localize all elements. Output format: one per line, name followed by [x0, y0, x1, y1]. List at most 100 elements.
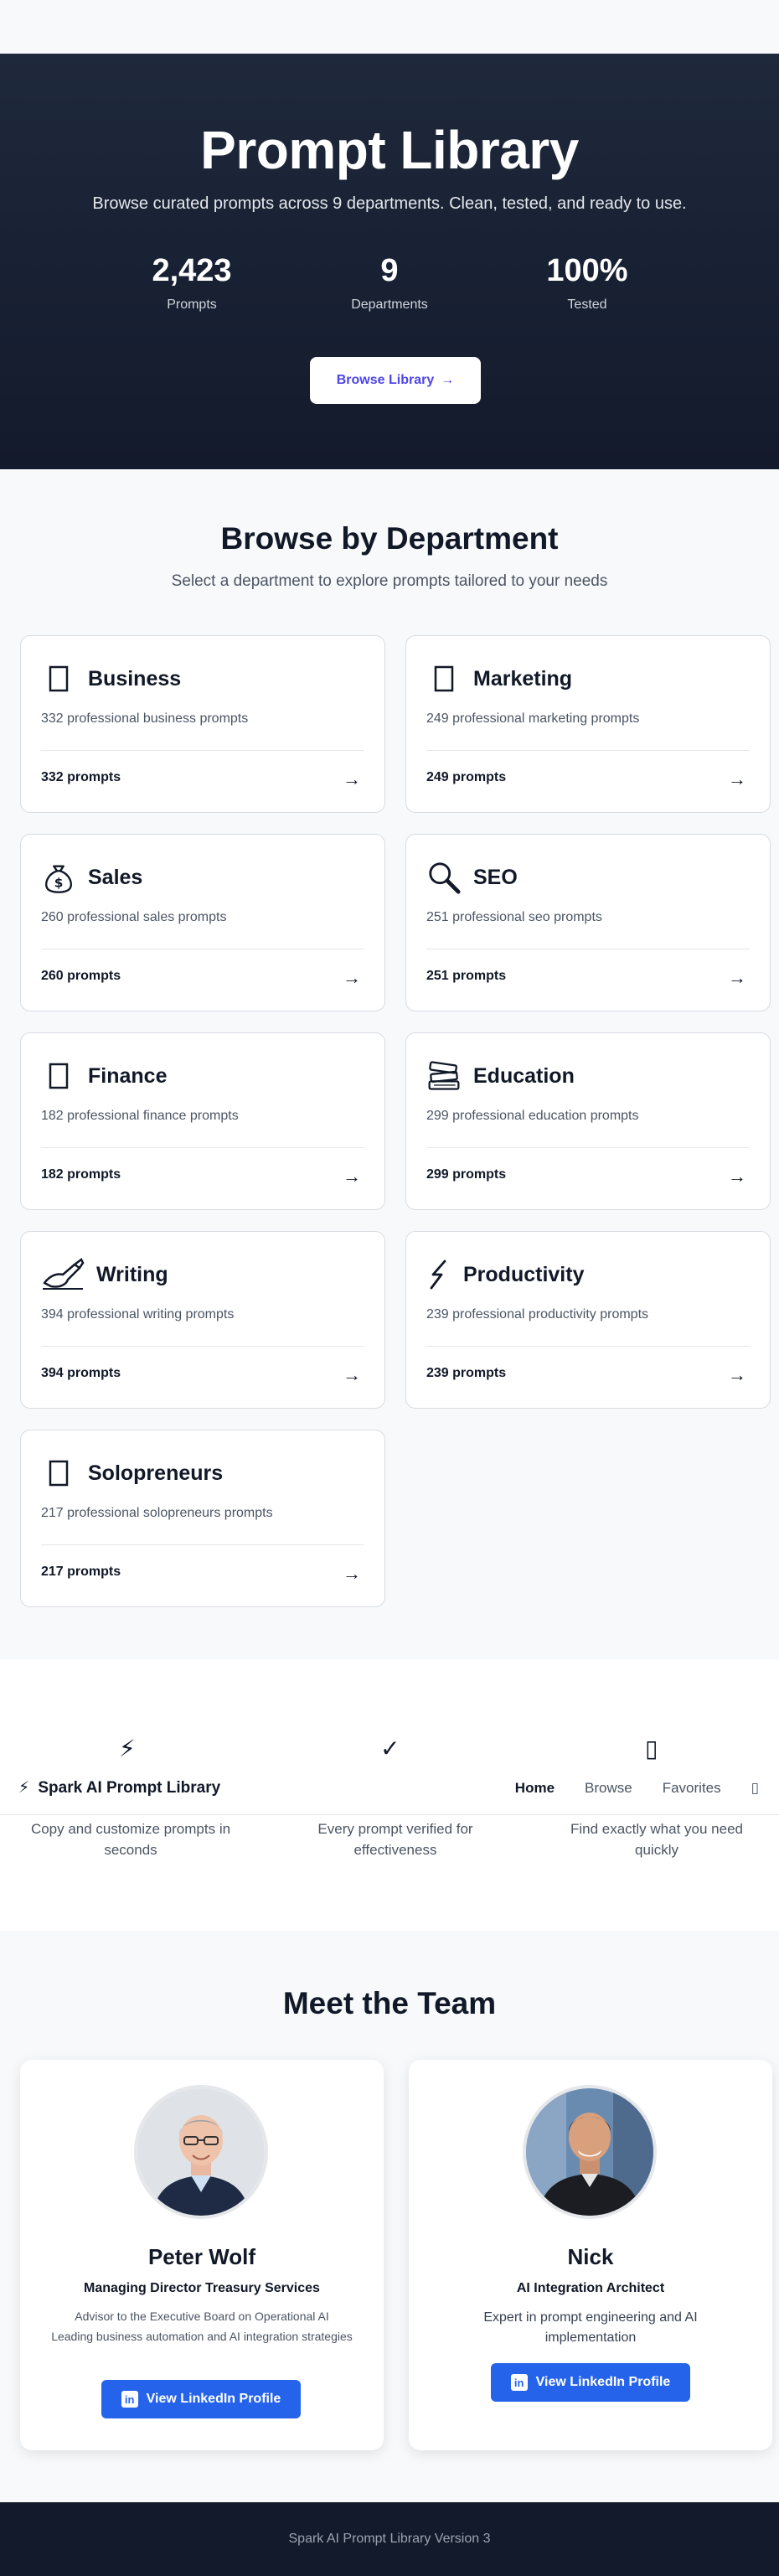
arrow-right-icon: →: [728, 1364, 746, 1385]
department-description: 251 professional seo prompts: [426, 910, 602, 924]
department-count: 239 prompts: [426, 1366, 507, 1380]
divider: [41, 750, 364, 751]
member-description: Advisor to the Executive Board on Operat…: [75, 2310, 329, 2323]
member-role: Managing Director Treasury Services: [84, 2281, 320, 2295]
stat-value: 9: [380, 253, 399, 288]
browse-library-button[interactable]: Browse Library →: [310, 357, 481, 404]
hero-title: Prompt Library: [200, 120, 579, 180]
linkedin-button-label: View LinkedIn Profile: [146, 2392, 281, 2406]
writing-hand-icon: [41, 1257, 85, 1292]
lightning-icon: ⚡: [18, 1779, 30, 1797]
arrow-right-icon: →: [728, 768, 746, 789]
department-card-sales[interactable]: $ Sales 260 professional sales prompts 2…: [20, 834, 385, 1011]
arrow-right-icon: →: [728, 1166, 746, 1187]
department-count: 249 prompts: [426, 770, 507, 784]
hero-subtitle: Browse curated prompts across 9 departme…: [92, 194, 687, 213]
megaphone-icon: [426, 661, 462, 696]
departments-subtitle: Select a department to explore prompts t…: [171, 572, 608, 590]
checkmark-icon: ✓: [380, 1735, 400, 1761]
nav-link-favorites[interactable]: Favorites: [663, 1780, 721, 1797]
department-name: Solopreneurs: [88, 1461, 224, 1485]
department-count: 251 prompts: [426, 969, 507, 983]
linkedin-button-label: View LinkedIn Profile: [535, 2375, 671, 2389]
department-name: SEO: [473, 865, 518, 889]
department-card-solopreneurs[interactable]: Solopreneurs 217 professional solopreneu…: [20, 1430, 385, 1607]
nav-links: Home Browse Favorites ▯: [515, 1780, 759, 1797]
department-name: Sales: [88, 865, 143, 889]
stat-value: 100%: [546, 253, 628, 288]
linkedin-button[interactable]: in View LinkedIn Profile: [101, 2380, 301, 2418]
department-description: 332 professional business prompts: [41, 711, 249, 726]
department-card-education[interactable]: Education 299 professional education pro…: [405, 1032, 771, 1210]
briefcase-icon: [41, 661, 76, 696]
department-count: 299 prompts: [426, 1167, 507, 1182]
department-name: Finance: [88, 1063, 168, 1088]
nav-link-browse[interactable]: Browse: [585, 1780, 632, 1797]
footer: Spark AI Prompt Library Version 3: [0, 2502, 779, 2576]
navbar: ⚡ Spark AI Prompt Library Home Browse Fa…: [0, 1765, 779, 1815]
feature-text: Find exactly what you need quickly: [570, 1821, 743, 1858]
department-count: 217 prompts: [41, 1565, 121, 1579]
department-description: 394 professional writing prompts: [41, 1307, 235, 1322]
team-title: Meet the Team: [282, 1986, 497, 2020]
member-description: Expert in prompt engineering and AI impl…: [483, 2310, 698, 2345]
divider: [426, 750, 750, 751]
department-description: 299 professional education prompts: [426, 1109, 639, 1123]
avatar: [134, 2085, 268, 2219]
member-name: Peter Wolf: [147, 2244, 256, 2269]
theme-toggle-icon[interactable]: ▯: [751, 1780, 759, 1797]
stat-prompts: 2,423 Prompts: [93, 253, 291, 313]
avatar: [523, 2085, 657, 2219]
linkedin-button[interactable]: in View LinkedIn Profile: [491, 2363, 690, 2402]
department-card-productivity[interactable]: Productivity 239 professional productivi…: [405, 1231, 771, 1409]
stat-tested: 100% Tested: [488, 253, 686, 313]
team-card-nick: Nick AI Integration Architect Expert in …: [409, 2060, 772, 2450]
department-description: 249 professional marketing prompts: [426, 711, 640, 726]
divider: [41, 1346, 364, 1347]
stat-value: 2,423: [152, 253, 232, 288]
department-description: 217 professional solopreneurs prompts: [41, 1506, 273, 1520]
nav-link-home[interactable]: Home: [515, 1780, 555, 1797]
search-icon: ▯: [645, 1735, 658, 1761]
department-card-marketing[interactable]: Marketing 249 professional marketing pro…: [405, 635, 771, 813]
money-bag-icon: $: [41, 860, 76, 895]
arrow-right-icon: →: [441, 373, 455, 387]
department-description: 260 professional sales prompts: [41, 910, 227, 924]
department-card-writing[interactable]: Writing 394 professional writing prompts…: [20, 1231, 385, 1409]
department-name: Education: [473, 1063, 575, 1088]
linkedin-icon: in: [510, 2374, 528, 2391]
department-count: 182 prompts: [41, 1167, 121, 1182]
arrow-right-icon: →: [343, 1364, 361, 1385]
department-description: 239 professional productivity prompts: [426, 1307, 649, 1322]
brand-link[interactable]: ⚡ Spark AI Prompt Library: [18, 1778, 220, 1798]
department-count: 394 prompts: [41, 1366, 121, 1380]
rocket-icon: [41, 1456, 76, 1491]
arrow-right-icon: →: [343, 967, 361, 988]
lightning-icon: [426, 1257, 451, 1292]
arrow-right-icon: →: [343, 1166, 361, 1187]
hero-section: Prompt Library Browse curated prompts ac…: [0, 54, 779, 469]
chart-icon: [41, 1058, 76, 1094]
stat-label: Prompts: [167, 297, 217, 312]
department-card-seo[interactable]: SEO 251 professional seo prompts 251 pro…: [405, 834, 771, 1011]
department-name: Productivity: [463, 1262, 585, 1286]
hero-stats: 2,423 Prompts 9 Departments 100% Tested: [0, 253, 779, 313]
department-card-finance[interactable]: Finance 182 professional finance prompts…: [20, 1032, 385, 1210]
department-card-business[interactable]: Business 332 professional business promp…: [20, 635, 385, 813]
browse-library-label: Browse Library: [336, 373, 435, 387]
member-description: Leading business automation and AI integ…: [51, 2330, 353, 2343]
divider: [426, 1346, 750, 1347]
arrow-right-icon: →: [728, 967, 746, 988]
stat-label: Tested: [567, 297, 607, 312]
stat-label: Departments: [351, 297, 428, 312]
linkedin-icon: in: [121, 2391, 138, 2408]
department-description: 182 professional finance prompts: [41, 1109, 239, 1123]
departments-title: Browse by Department: [220, 521, 559, 556]
department-name: Marketing: [473, 666, 573, 691]
department-name: Writing: [96, 1262, 168, 1286]
footer-text: Spark AI Prompt Library Version 3: [288, 2532, 491, 2546]
divider: [426, 1147, 750, 1148]
stat-departments: 9 Departments: [291, 253, 488, 313]
feature-text: Every prompt verified for effectiveness: [317, 1821, 473, 1858]
magnifier-icon: [426, 860, 462, 895]
